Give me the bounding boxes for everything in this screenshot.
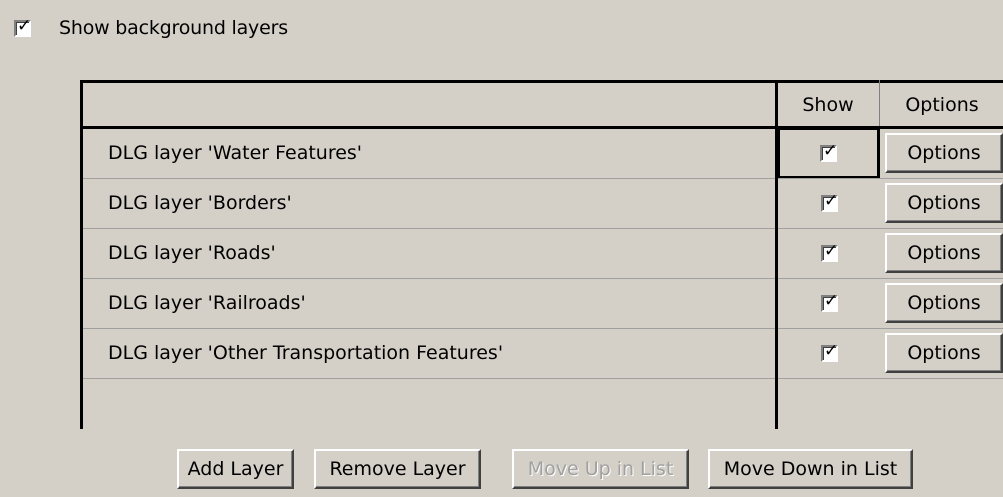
header-options: Options [905,93,979,116]
checkmark-icon: ✓ [823,140,838,161]
layer-grid: Show Options DLG layer 'Water Features' ✓… [80,80,1003,429]
move-down-button[interactable]: Move Down in List [708,449,913,489]
show-layer-checkbox[interactable]: ✓ [821,340,839,362]
show-background-layers-checkbox[interactable]: ✓ [14,15,32,37]
checkmark-icon: ✓ [824,240,839,261]
show-layer-checkbox[interactable]: ✓ [821,290,839,312]
options-button[interactable]: Options [885,333,1003,373]
show-background-layers-label: Show background layers [59,17,288,39]
layer-name: DLG layer 'Railroads' [108,292,306,314]
row-divider [83,378,1003,379]
header-name [83,83,775,126]
show-background-layers-toggle[interactable]: ✓ Show background layers [14,17,288,39]
layer-name: DLG layer 'Other Transportation Features… [108,342,504,364]
remove-layer-button[interactable]: Remove Layer [314,449,481,489]
checkmark-icon: ✓ [824,290,839,311]
layer-row[interactable]: DLG layer 'Water Features' ✓ Options [83,127,1003,179]
show-cell[interactable]: ✓ [778,279,881,327]
options-button[interactable]: Options [885,233,1003,273]
layer-row[interactable]: DLG layer 'Borders' ✓ Options [83,179,1003,229]
header-show: Show [802,93,854,116]
column-divider-options [879,80,880,126]
options-button[interactable]: Options [885,283,1003,323]
layer-name: DLG layer 'Borders' [108,192,292,214]
move-up-button[interactable]: Move Up in List [512,449,689,489]
show-layer-checkbox[interactable]: ✓ [821,190,839,212]
layer-name: DLG layer 'Water Features' [108,142,363,164]
add-layer-button[interactable]: Add Layer [177,449,294,489]
options-button[interactable]: Options [885,183,1003,223]
show-cell[interactable]: ✓ [777,127,880,179]
show-layer-checkbox[interactable]: ✓ [820,140,838,162]
show-cell[interactable]: ✓ [778,179,881,227]
checkmark-icon: ✓ [824,190,839,211]
column-divider-show [775,80,778,429]
show-layer-checkbox[interactable]: ✓ [821,240,839,262]
layer-row[interactable]: DLG layer 'Roads' ✓ Options [83,229,1003,279]
layer-row[interactable]: DLG layer 'Other Transportation Features… [83,329,1003,379]
checkmark-icon: ✓ [17,15,32,36]
layer-name: DLG layer 'Roads' [108,242,276,264]
show-cell[interactable]: ✓ [778,229,881,277]
checkmark-icon: ✓ [824,340,839,361]
show-cell[interactable]: ✓ [778,329,881,377]
layer-row[interactable]: DLG layer 'Railroads' ✓ Options [83,279,1003,329]
options-button[interactable]: Options [885,133,1003,173]
